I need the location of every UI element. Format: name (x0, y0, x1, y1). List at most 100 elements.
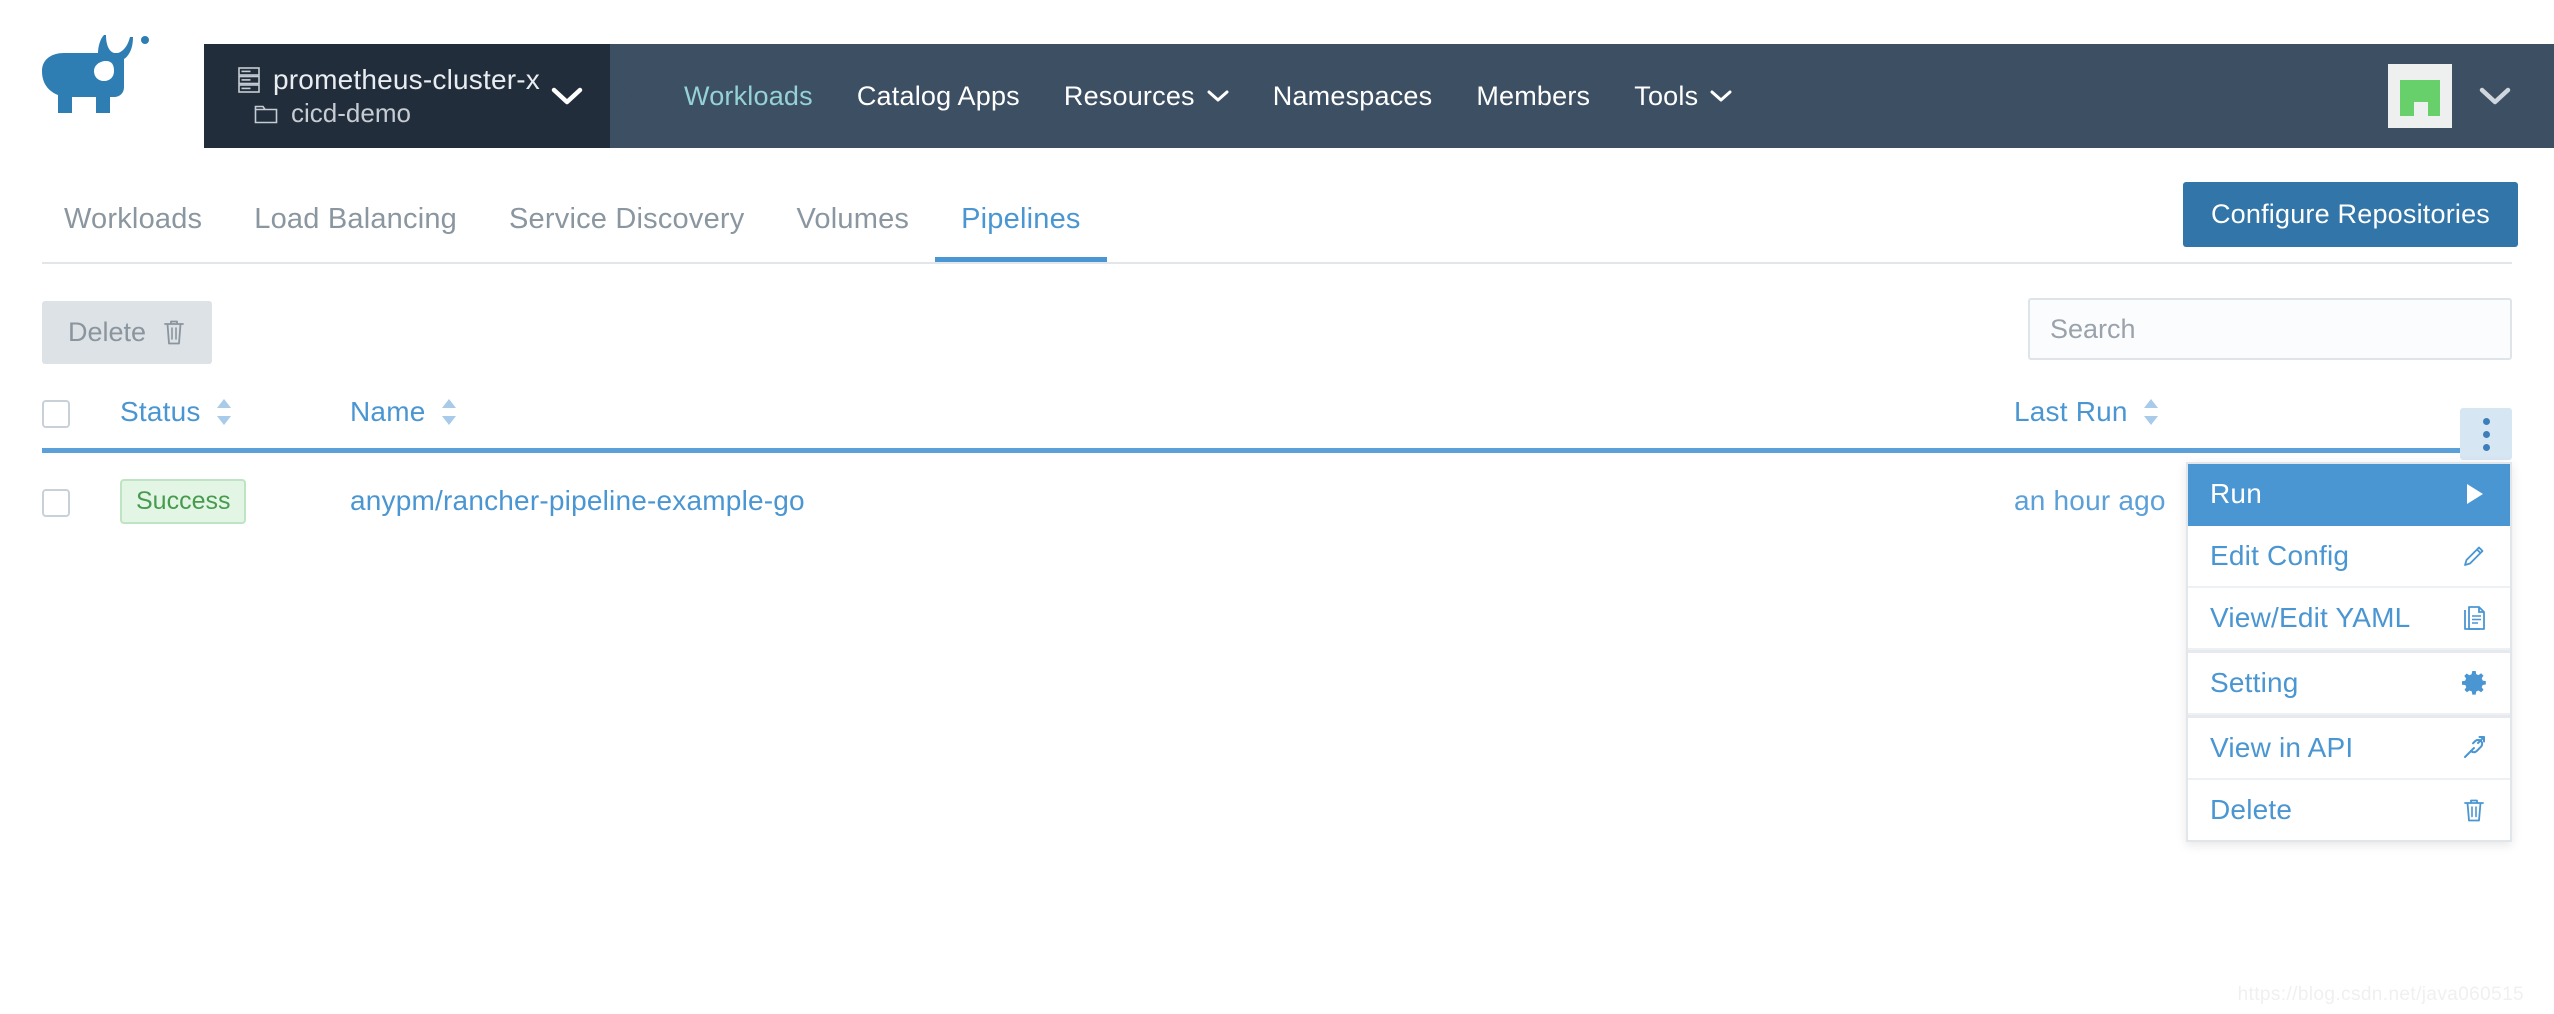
sort-arrows-icon (2143, 399, 2158, 425)
menu-item-view-edit-yaml[interactable]: View/Edit YAML (2188, 588, 2510, 650)
kebab-dot (2482, 417, 2490, 425)
status-badge: Success (120, 479, 247, 524)
table-header-row: Status Name Last Run (42, 396, 2512, 451)
column-label: Status (120, 396, 201, 427)
table-toolbar: Delete (42, 296, 2512, 368)
nav-item-workloads[interactable]: Workloads (662, 81, 835, 112)
user-menu[interactable] (2388, 44, 2554, 148)
menu-item-run[interactable]: Run (2188, 464, 2510, 526)
link-external-icon (2464, 736, 2485, 758)
search-input[interactable] (2028, 298, 2512, 360)
sort-arrows-icon (441, 399, 456, 425)
nav-item-resources[interactable]: Resources (1042, 81, 1251, 112)
chevron-down-icon (1710, 90, 1732, 102)
menu-item-delete[interactable]: Delete (2188, 780, 2510, 840)
main-nav: Workloads Catalog Apps Resources Namespa… (610, 44, 2388, 148)
sort-last-run[interactable]: Last Run (2014, 396, 2160, 428)
cluster-line: prometheus-cluster-x (238, 62, 542, 97)
menu-item-label: View in API (2210, 732, 2354, 763)
chevron-down-icon (551, 87, 583, 105)
cluster-selector-caret[interactable] (550, 85, 584, 107)
row-select-cell (42, 451, 120, 550)
gear-icon (2462, 671, 2486, 695)
tab-list: Workloads Load Balancing Service Discove… (42, 170, 1107, 262)
column-status: Status (120, 396, 350, 451)
nav-item-label: Catalog Apps (856, 80, 1020, 111)
tab-label: Load Balancing (254, 203, 458, 235)
table-row[interactable]: Success anypm/rancher-pipeline-example-g… (42, 451, 2512, 550)
nav-item-namespaces[interactable]: Namespaces (1251, 81, 1455, 112)
pencil-icon (2464, 546, 2484, 566)
project-line: cicd-demo (238, 97, 542, 130)
row-name-cell: anypm/rancher-pipeline-example-go (350, 451, 2014, 550)
column-last-run: Last Run (2014, 396, 2434, 451)
sub-navigation: Workloads Load Balancing Service Discove… (0, 170, 2554, 262)
user-menu-caret[interactable] (2478, 85, 2512, 107)
nav-item-tools[interactable]: Tools (1612, 81, 1754, 112)
user-avatar[interactable] (2388, 64, 2452, 128)
menu-item-label: Edit Config (2210, 540, 2350, 571)
tab-service-discovery[interactable]: Service Discovery (483, 203, 770, 262)
tab-label: Workloads (64, 203, 203, 235)
table-head: Status Name Last Run (42, 396, 2512, 451)
row-action-menu: Run Edit Config View/Edit YAML Setting V… (2186, 462, 2512, 842)
last-run-value: an hour ago (2014, 485, 2166, 517)
menu-item-label: Delete (2210, 794, 2293, 825)
configure-repositories-button[interactable]: Configure Repositories (2182, 182, 2518, 247)
watermark: https://blog.csdn.net/java060515 (2237, 984, 2524, 1005)
menu-item-view-in-api[interactable]: View in API (2188, 715, 2510, 780)
tab-workloads[interactable]: Workloads (42, 203, 228, 262)
nav-item-label: Resources (1063, 80, 1195, 111)
column-label: Last Run (2014, 396, 2128, 427)
tab-label: Volumes (796, 203, 910, 235)
nav-item-catalog-apps[interactable]: Catalog Apps (835, 81, 1042, 112)
menu-item-edit-config[interactable]: Edit Config (2188, 526, 2510, 588)
cluster-selector-text: prometheus-cluster-x cicd-demo (238, 62, 542, 130)
menu-item-label: Run (2210, 478, 2262, 509)
table-body: Success anypm/rancher-pipeline-example-g… (42, 451, 2512, 550)
pipelines-table-wrap: Status Name Last Run Success anypm/ranch… (42, 396, 2512, 842)
select-all-checkbox[interactable] (42, 399, 70, 428)
folder-icon (254, 105, 278, 123)
subnav-divider (42, 262, 2512, 264)
rancher-cow-logo-icon (42, 35, 149, 113)
cluster-project-selector[interactable]: prometheus-cluster-x cicd-demo (204, 44, 632, 148)
menu-item-label: View/Edit YAML (2210, 602, 2411, 633)
tab-label: Service Discovery (509, 203, 745, 235)
tab-pipelines[interactable]: Pipelines (935, 203, 1107, 262)
column-label: Name (350, 396, 426, 427)
trash-icon (2464, 799, 2484, 822)
nav-item-members[interactable]: Members (1454, 81, 1612, 112)
top-navigation-bar: prometheus-cluster-x cicd-demo Workloads… (204, 44, 2554, 148)
menu-item-label: Setting (2210, 667, 2299, 698)
sort-arrows-icon (216, 399, 231, 425)
project-name: cicd-demo (291, 98, 411, 129)
tab-load-balancing[interactable]: Load Balancing (228, 203, 483, 262)
brand-logo[interactable] (0, 0, 204, 148)
nav-item-label: Workloads (684, 80, 813, 111)
menu-item-setting[interactable]: Setting (2188, 650, 2510, 715)
server-icon (238, 66, 260, 93)
kebab-dot (2482, 443, 2490, 451)
chevron-down-icon (1207, 90, 1229, 102)
row-checkbox[interactable] (42, 488, 70, 517)
sort-status[interactable]: Status (120, 396, 233, 428)
play-icon (2467, 484, 2483, 504)
row-status-cell: Success (120, 451, 350, 550)
bulk-delete-button[interactable]: Delete (42, 300, 213, 364)
sort-name[interactable]: Name (350, 396, 458, 428)
bulk-delete-label: Delete (68, 316, 147, 347)
tab-volumes[interactable]: Volumes (770, 203, 935, 262)
nav-item-label: Namespaces (1272, 80, 1433, 111)
pipeline-name-link[interactable]: anypm/rancher-pipeline-example-go (350, 485, 805, 516)
trash-icon (164, 320, 184, 345)
kebab-dot (2482, 430, 2490, 438)
chevron-down-icon (2479, 87, 2511, 105)
nav-item-label: Tools (1634, 80, 1699, 111)
pipelines-table: Status Name Last Run Success anypm/ranch… (42, 396, 2512, 550)
tab-label: Pipelines (961, 203, 1081, 235)
nav-item-label: Members (1476, 80, 1591, 111)
row-actions-button[interactable] (2460, 408, 2512, 460)
project-wrap: cicd-demo (238, 97, 411, 130)
app-header: prometheus-cluster-x cicd-demo Workloads… (0, 0, 2554, 148)
